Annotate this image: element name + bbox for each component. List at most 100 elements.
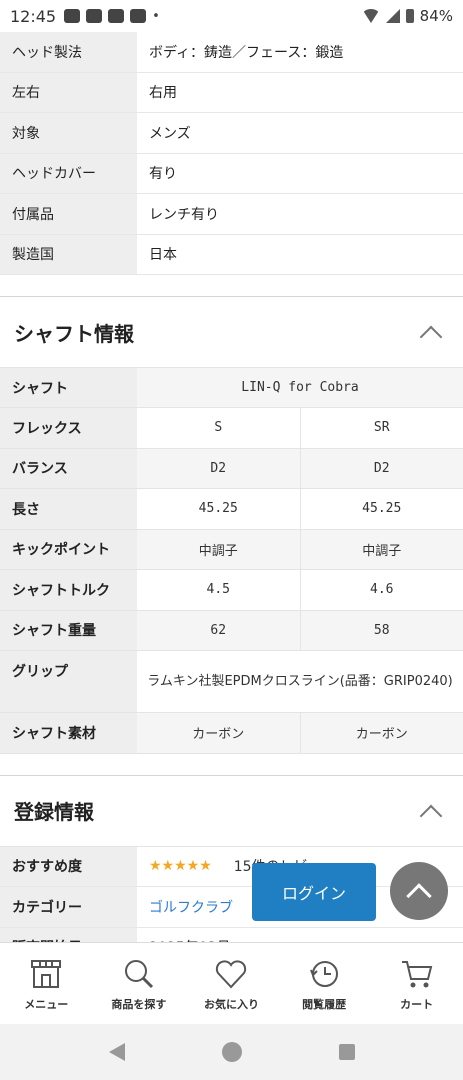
- table-row: フレックス S SR: [0, 408, 463, 449]
- cell-value: 62: [210, 622, 227, 638]
- row-label: シャフト重量: [0, 610, 137, 650]
- login-button[interactable]: ログイン: [252, 863, 376, 921]
- signal-icon: [385, 9, 400, 23]
- scroll-top-button[interactable]: [390, 862, 448, 920]
- cell-value: カーボン: [299, 713, 463, 753]
- spec-row: ヘッド製法 ボディ：鋳造／フェース：鍛造: [0, 32, 463, 73]
- cell-value: SR: [299, 408, 463, 448]
- shaft-name: LIN-Q for Cobra: [137, 368, 463, 407]
- shaft-table: シャフト LIN-Q for Cobra フレックス S SR バランス D2 …: [0, 367, 463, 754]
- status-time: 12:45: [10, 6, 57, 26]
- notification-icon: [64, 9, 81, 23]
- cell-value: D2: [210, 460, 227, 476]
- registration-section-header[interactable]: 登録情報: [0, 776, 463, 846]
- nav-label: 商品を探す: [111, 997, 167, 1011]
- spec-value: 右用: [149, 85, 177, 102]
- spec-value: メンズ: [149, 125, 191, 142]
- spec-row: 付属品 レンチ有り: [0, 194, 463, 235]
- spec-label: 左右: [0, 72, 137, 112]
- cart-icon: [397, 956, 437, 992]
- app-notification-icon: [86, 9, 103, 23]
- spec-value: ボディ：鋳造／フェース：鍛造: [149, 44, 344, 61]
- table-row: 販売開始日 2025年03月: [0, 927, 463, 942]
- row-label: キックポイント: [0, 529, 137, 569]
- table-row: シャフト素材 カーボン カーボン: [0, 713, 463, 754]
- grip-value: ラムキン社製EPDMクロスライン(品番：GRIP0240): [147, 673, 453, 689]
- table-row: グリップ ラムキン社製EPDMクロスライン(品番：GRIP0240): [0, 651, 463, 713]
- table-row: シャフトトルク 4.5 4.6: [0, 570, 463, 611]
- shaft-label: シャフト: [0, 368, 137, 407]
- cell-value: D2: [299, 448, 463, 488]
- wifi-icon: [361, 9, 380, 23]
- cell-value: 45.25: [198, 501, 238, 517]
- cell-value: 45.25: [299, 489, 463, 529]
- nav-item-search[interactable]: 商品を探す: [93, 943, 186, 1024]
- system-nav-bar: [0, 1024, 463, 1080]
- table-row: シャフト重量 62 58: [0, 610, 463, 651]
- video-app-icon: [108, 9, 125, 23]
- spec-label: ヘッド製法: [0, 32, 137, 72]
- nav-item-cart[interactable]: カート: [370, 943, 463, 1024]
- cell-value: 中調子: [198, 543, 238, 559]
- nav-item-favorites[interactable]: お気に入り: [185, 943, 278, 1024]
- status-bar: 12:45 • 84%: [0, 0, 463, 32]
- nav-label: メニュー: [24, 997, 69, 1011]
- cell-value: 4.6: [299, 570, 463, 610]
- nav-item-history[interactable]: 閲覧履歴: [278, 943, 371, 1024]
- nav-label: 閲覧履歴: [302, 997, 347, 1011]
- app-notification-icon-2: [130, 9, 147, 23]
- status-right: 84%: [361, 7, 453, 25]
- chevron-up-icon[interactable]: [419, 325, 443, 349]
- cell-value: カーボン: [192, 727, 245, 743]
- release-value: 2025年03月: [137, 928, 463, 942]
- recent-apps-icon[interactable]: [338, 1044, 355, 1060]
- shaft-section-header[interactable]: シャフト情報: [0, 297, 463, 367]
- spec-value: レンチ有り: [149, 206, 219, 223]
- home-icon[interactable]: [221, 1042, 242, 1062]
- table-row: キックポイント 中調子 中調子: [0, 529, 463, 570]
- spec-value: 日本: [149, 247, 177, 264]
- row-label: シャフト素材: [0, 713, 137, 753]
- cell-value: S: [214, 420, 223, 436]
- cell-value: 中調子: [299, 529, 463, 569]
- table-row: シャフト LIN-Q for Cobra: [0, 368, 463, 408]
- spec-row: 対象 メンズ: [0, 113, 463, 154]
- spec-label: 製造国: [0, 234, 137, 274]
- row-label: グリップ: [0, 651, 137, 712]
- section-title: 登録情報: [14, 800, 94, 824]
- battery-percent: 84%: [419, 7, 453, 25]
- spec-table: ヘッド製法 ボディ：鋳造／フェース：鍛造 左右 右用 対象 メンズ ヘッドカバー…: [0, 32, 463, 275]
- row-label: 長さ: [0, 489, 137, 529]
- section-divider: [0, 275, 463, 297]
- table-row: バランス D2 D2: [0, 448, 463, 489]
- row-label: カテゴリー: [0, 887, 137, 927]
- category-link[interactable]: ゴルフクラブ: [149, 897, 233, 917]
- cell-value: 4.5: [206, 582, 230, 598]
- nav-label: カート: [400, 997, 434, 1011]
- section-title: シャフト情報: [14, 321, 134, 346]
- battery-icon: [405, 9, 414, 23]
- row-label: バランス: [0, 448, 137, 488]
- spec-label: 付属品: [0, 194, 137, 234]
- chevron-up-icon: [406, 882, 432, 909]
- nav-label: お気に入り: [203, 997, 259, 1011]
- spec-label: 対象: [0, 113, 137, 153]
- spec-value: 有り: [149, 166, 177, 183]
- spec-row: 左右 右用: [0, 72, 463, 113]
- history-icon: [304, 956, 344, 992]
- menu-store-icon: [26, 956, 66, 992]
- table-row: 長さ 45.25 45.25: [0, 489, 463, 530]
- row-label: おすすめ度: [0, 846, 137, 886]
- spec-label: ヘッドカバー: [0, 153, 137, 193]
- spec-row: 製造国 日本: [0, 234, 463, 275]
- bottom-nav: メニュー 商品を探す お気に入り 閲覧履歴 カート: [0, 942, 463, 1024]
- nav-item-menu[interactable]: メニュー: [0, 943, 93, 1024]
- heart-icon: [211, 956, 251, 992]
- cell-value: 58: [299, 610, 463, 650]
- product-detail-content[interactable]: ヘッド製法 ボディ：鋳造／フェース：鍛造 左右 右用 対象 メンズ ヘッドカバー…: [0, 32, 463, 942]
- dot-icon: •: [152, 8, 160, 24]
- chevron-up-icon[interactable]: [419, 804, 443, 827]
- spec-row: ヘッドカバー 有り: [0, 153, 463, 194]
- back-icon[interactable]: [108, 1043, 125, 1061]
- section-divider: [0, 754, 463, 776]
